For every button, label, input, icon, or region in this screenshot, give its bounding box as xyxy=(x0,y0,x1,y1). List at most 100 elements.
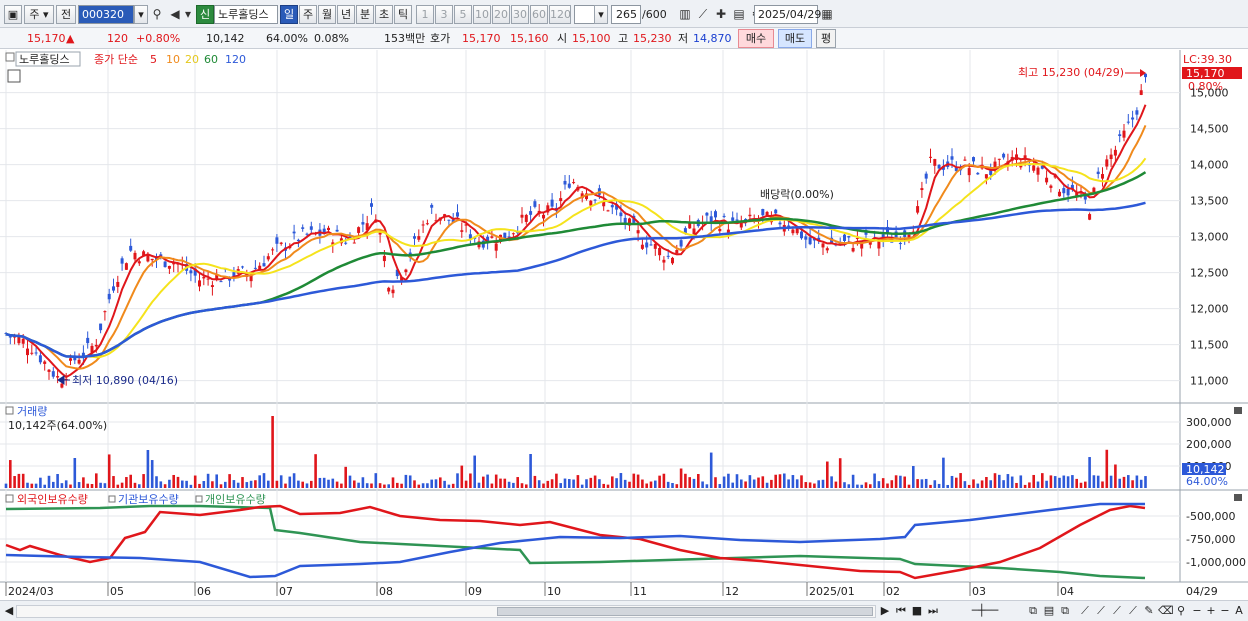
volume-bar xyxy=(434,479,438,488)
zoom-search-icon[interactable]: ⚲ xyxy=(1174,604,1188,618)
crosshair-icon[interactable]: ✚ xyxy=(712,5,730,24)
volume-bar xyxy=(817,480,820,488)
average-button[interactable]: 평 xyxy=(816,29,836,48)
buy-button[interactable]: 매수 xyxy=(738,29,774,48)
volume-bar xyxy=(224,481,227,488)
code-dropdown-icon[interactable]: ▾ xyxy=(134,5,148,24)
scroll-thumb[interactable] xyxy=(497,607,873,616)
horizontal-scrollbar[interactable] xyxy=(16,605,876,618)
candle-body xyxy=(124,263,128,270)
copy-icon[interactable]: ⧉ xyxy=(1058,604,1072,618)
scroll-right-icon[interactable]: ▶ xyxy=(878,604,892,618)
volume-bar xyxy=(430,479,433,488)
interval-3[interactable]: 3 xyxy=(435,5,453,24)
pen-icon[interactable]: ✎ xyxy=(1142,604,1156,618)
volume-bar xyxy=(464,480,468,488)
period-tab-week[interactable]: 주 xyxy=(299,5,317,24)
volume-bar xyxy=(623,479,627,488)
x-tick: 09 xyxy=(468,585,482,598)
candle-icon[interactable]: ▥ xyxy=(676,5,694,24)
zoom-slider[interactable]: ─┼── xyxy=(950,604,1020,618)
candle-body xyxy=(352,242,356,244)
volume-bar xyxy=(787,479,790,488)
interval-30[interactable]: 30 xyxy=(511,5,529,24)
candle-body xyxy=(116,281,120,287)
candle-body xyxy=(731,217,735,221)
interval-60[interactable]: 60 xyxy=(530,5,548,24)
count-input[interactable]: 265 xyxy=(611,5,641,24)
zoom-out-icon[interactable]: − xyxy=(1190,604,1204,618)
volume-bar xyxy=(679,468,683,488)
calendar-icon[interactable]: ▦ xyxy=(818,5,836,24)
candle-body xyxy=(623,217,627,224)
chart-type-icon[interactable]: ▣ xyxy=(4,5,22,24)
candle-body xyxy=(275,237,279,244)
volume-bar xyxy=(563,478,567,488)
candle-body xyxy=(447,219,451,221)
speaker-dropdown-icon[interactable]: ▾ xyxy=(182,5,194,24)
period-tab-minute[interactable]: 분 xyxy=(356,5,374,24)
chart-svg[interactable]: 노루홀딩스 종가 단순 5 10 20 60 120 최고 15,230 (04… xyxy=(0,50,1248,600)
market-select[interactable]: 전 xyxy=(56,5,76,24)
interval-5[interactable]: 5 xyxy=(454,5,472,24)
draw-line-icon[interactable]: ⟋ xyxy=(1078,604,1092,618)
volume-bar xyxy=(305,483,309,488)
table-icon[interactable] xyxy=(7,69,21,83)
candle-body xyxy=(739,222,743,228)
period-tab-year[interactable]: 년 xyxy=(337,5,355,24)
volume-bar xyxy=(331,478,335,488)
fib-icon[interactable]: ⟋ xyxy=(1094,604,1108,618)
volume-bar xyxy=(580,484,584,488)
period-tab-day[interactable]: 일 xyxy=(280,5,298,24)
period-tab-tick[interactable]: 틱 xyxy=(394,5,412,24)
volume-bar xyxy=(658,475,661,488)
candle-body xyxy=(8,336,12,338)
chart-area[interactable]: 노루홀딩스 종가 단순 5 10 20 60 120 최고 15,230 (04… xyxy=(0,50,1248,600)
candle-body xyxy=(47,369,51,372)
sell-button[interactable]: 매도 xyxy=(778,29,812,48)
candle-body xyxy=(1096,171,1100,175)
last-icon[interactable]: ⏭ xyxy=(926,604,940,618)
volume-bar xyxy=(172,474,175,488)
zoom-in-icon[interactable]: + xyxy=(1204,604,1218,618)
text-size-icon[interactable]: A xyxy=(1232,604,1246,618)
candle-body xyxy=(735,219,739,221)
interval-10[interactable]: 10 xyxy=(473,5,491,24)
volume-bar xyxy=(662,473,666,488)
candle-body xyxy=(1066,189,1070,196)
signal-badge[interactable]: 신 xyxy=(196,5,214,24)
volume-bar xyxy=(507,481,511,488)
candle-body xyxy=(1045,177,1049,183)
date-input[interactable]: 2025/04/29 xyxy=(754,5,821,24)
holdings-tick: -750,000 xyxy=(1186,533,1235,546)
interval-1[interactable]: 1 xyxy=(416,5,434,24)
split-icon[interactable]: ▤ xyxy=(1042,604,1056,618)
interval-dropdown-icon[interactable]: ▾ xyxy=(594,5,608,24)
minimize-icon[interactable]: − xyxy=(1218,604,1232,618)
stock-code-input[interactable]: 000320 xyxy=(78,5,134,24)
search-icon[interactable]: ⚲ xyxy=(148,5,166,24)
period-tab-second[interactable]: 초 xyxy=(375,5,393,24)
collapse-icon[interactable] xyxy=(5,52,15,62)
stop-icon[interactable]: ■ xyxy=(910,604,924,618)
scroll-left-icon[interactable]: ◀ xyxy=(2,604,16,618)
measure-icon[interactable]: ⟋ xyxy=(1110,604,1124,618)
window-icon[interactable]: ⧉ xyxy=(1026,604,1040,618)
volume-bar xyxy=(189,484,193,488)
period-select[interactable]: 주 ▾ xyxy=(24,5,54,24)
save-icon[interactable]: ▤ xyxy=(730,5,748,24)
interval-20[interactable]: 20 xyxy=(492,5,510,24)
interval-120[interactable]: 120 xyxy=(549,5,571,24)
trendline-icon[interactable]: ⟋ xyxy=(694,5,712,24)
volume-bar xyxy=(21,473,25,488)
candle-body xyxy=(976,172,980,175)
volume-bar xyxy=(344,466,347,488)
candle-body xyxy=(86,337,90,344)
candle-body xyxy=(705,212,709,216)
first-icon[interactable]: ⏮ xyxy=(894,604,908,618)
eraser-icon[interactable]: ⌫ xyxy=(1158,604,1174,618)
period-tab-month[interactable]: 월 xyxy=(318,5,336,24)
stock-name-field[interactable]: 노루홀딩스 xyxy=(214,5,278,24)
angle-icon[interactable]: ⟋ xyxy=(1126,604,1140,618)
volume-bar xyxy=(1075,478,1078,488)
